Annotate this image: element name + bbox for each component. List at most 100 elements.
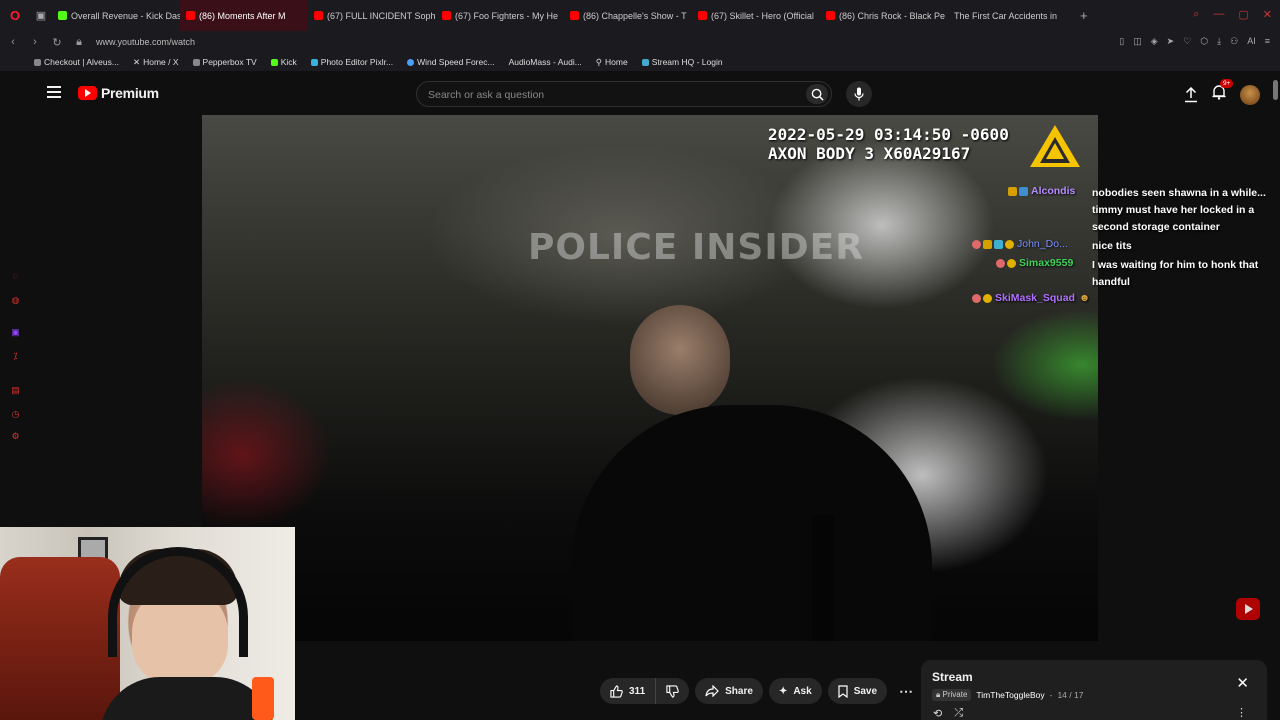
bookmark-item[interactable]: Checkout | Alveus...: [34, 57, 119, 67]
ask-button[interactable]: ✦ Ask: [768, 678, 822, 704]
video-actions: 311 Share ✦ Ask Save ⋯: [600, 678, 920, 704]
subscribe-watermark-icon[interactable]: [1236, 598, 1260, 620]
separator: -: [1049, 690, 1053, 700]
pixlr-favicon-icon: [310, 58, 318, 66]
close-window-icon[interactable]: ✕: [1263, 8, 1272, 21]
playlist-position: 14 / 17: [1057, 690, 1084, 700]
bookmark-item[interactable]: ⚲ Home: [596, 57, 628, 68]
share-button[interactable]: Share: [695, 678, 763, 704]
bookmark-item[interactable]: ✕ Home / X: [133, 57, 179, 68]
shield-icon[interactable]: ◈: [1151, 36, 1158, 47]
playlist-meta: 🔒︎ Private TimTheToggleBoy - 14 / 17: [932, 689, 1083, 701]
like-count: 311: [629, 685, 646, 697]
playlist-panel: Stream 🔒︎ Private TimTheToggleBoy - 14 /…: [921, 660, 1267, 720]
bookmark-item[interactable]: Stream HQ - Login: [641, 57, 723, 67]
bookmark-item[interactable]: Wind Speed Forec...: [407, 57, 495, 67]
chat-message: Simax9559: [996, 257, 1073, 270]
sparkle-icon: ✦: [778, 685, 788, 697]
bookmarks-sidebar-icon[interactable]: ▤: [10, 385, 21, 396]
menu-icon[interactable]: ≡: [1265, 36, 1270, 47]
dislike-button[interactable]: [656, 678, 690, 704]
bookmark-icon[interactable]: ▯: [1119, 36, 1124, 47]
snapshot-icon[interactable]: ◫: [1133, 36, 1142, 47]
settings-icon[interactable]: ⚙: [10, 431, 21, 442]
avatar[interactable]: [1240, 84, 1260, 105]
lock-icon: 🔒︎: [936, 690, 941, 699]
bookmark-item[interactable]: Kick: [270, 57, 297, 67]
ai-button[interactable]: AI: [1247, 36, 1256, 47]
chat-badges: [972, 238, 1014, 251]
chat-badges: [972, 292, 992, 305]
voice-search-button[interactable]: [846, 81, 872, 107]
heart-icon[interactable]: ♡: [1183, 36, 1191, 47]
twitch-icon[interactable]: ▣: [10, 327, 21, 338]
badge-icon: [972, 294, 981, 303]
video-frame-pillar: [812, 515, 834, 641]
download-icon[interactable]: ⤓: [1217, 36, 1221, 47]
reload-icon[interactable]: ↻: [48, 36, 66, 49]
header-actions: 9+: [1184, 79, 1260, 105]
chat-text: nobodies seen shawna in a while... timmy…: [1092, 187, 1266, 233]
bookmark-item[interactable]: AudioMass - Audi...: [509, 57, 582, 67]
browser-tab[interactable]: Overall Revenue - Kick Das: [52, 0, 180, 31]
maximize-icon[interactable]: ▢: [1238, 8, 1248, 21]
close-icon[interactable]: ✕: [1236, 674, 1249, 692]
youtube-premium-logo[interactable]: Premium: [78, 85, 159, 101]
save-button[interactable]: Save: [827, 678, 888, 704]
discord-icon[interactable]: ⁒: [10, 351, 21, 362]
like-button[interactable]: 311: [600, 678, 657, 704]
playlist-more-icon[interactable]: ⋮: [1236, 706, 1247, 719]
browser-tab-active[interactable]: (86) Moments After M: [180, 0, 308, 31]
extensions-icon[interactable]: ⬡: [1200, 36, 1208, 47]
video-frame-figure-head: [630, 305, 730, 415]
history-icon[interactable]: ◷: [10, 409, 21, 420]
badge-icon: [1008, 187, 1017, 196]
thumbs-down-icon: [666, 684, 679, 698]
back-icon[interactable]: ‹: [4, 36, 22, 48]
search-tabs-icon[interactable]: ⌕: [1193, 8, 1199, 21]
shuffle-icon[interactable]: ⤮: [954, 707, 963, 720]
minimize-icon[interactable]: —: [1213, 8, 1224, 21]
window-controls: ⌕ — ▢ ✕: [1193, 8, 1272, 21]
browser-tab[interactable]: (86) Chappelle's Show - T: [564, 0, 692, 31]
browser-tab[interactable]: (67) FULL INCIDENT Soph: [308, 0, 436, 31]
search-button[interactable]: [806, 84, 828, 104]
send-icon[interactable]: ➤: [1167, 36, 1175, 47]
youtube-favicon-icon: [442, 11, 451, 20]
profile-icon[interactable]: ⚇: [1230, 36, 1238, 47]
hamburger-menu-icon[interactable]: [47, 86, 61, 98]
bookmark-item[interactable]: Photo Editor Pixlr...: [310, 57, 393, 67]
address-bar: ‹ › ↻ 🔒︎ www.youtube.com/watch ▯ ◫ ◈ ➤ ♡…: [0, 31, 1280, 53]
notifications-button[interactable]: 9+: [1212, 79, 1234, 105]
chat-message: Alcondis: [1008, 185, 1075, 198]
upload-icon[interactable]: [1184, 86, 1198, 103]
url-field[interactable]: www.youtube.com/watch: [96, 37, 195, 47]
chat-username: Simax9559: [1019, 257, 1074, 269]
forward-icon[interactable]: ›: [26, 36, 44, 48]
browser-tab[interactable]: (67) Skillet - Hero (Official: [692, 0, 820, 31]
loop-icon[interactable]: ⟲: [933, 707, 942, 720]
address-bar-tools: ▯ ◫ ◈ ➤ ♡ ⬡ ⤓ ⚇ AI ≡: [1119, 36, 1270, 47]
youtube-header: Premium Search or ask a question 9+: [30, 71, 1280, 115]
more-options-button[interactable]: ⋯: [893, 678, 920, 704]
axon-logo-icon: [1030, 125, 1080, 167]
bookmark-item[interactable]: Pepperbox TV: [192, 57, 257, 67]
playlist-title[interactable]: Stream: [932, 670, 973, 684]
badge-icon: [996, 259, 1005, 268]
opera-logo-icon[interactable]: O: [0, 0, 30, 31]
search-placeholder: Search or ask a question: [428, 89, 545, 101]
playlist-owner[interactable]: TimTheToggleBoy: [976, 690, 1044, 700]
video-player[interactable]: POLICE INSIDER 2022-05-29 03:14:50 -0600…: [202, 115, 1098, 641]
search-input[interactable]: Search or ask a question: [416, 81, 832, 107]
whatsapp-icon[interactable]: ◍: [10, 295, 21, 306]
browser-tab[interactable]: (67) Foo Fighters - My He: [436, 0, 564, 31]
chat-badges: [1008, 185, 1028, 198]
messenger-icon[interactable]: ◌: [10, 271, 21, 282]
tab-overview-icon[interactable]: ▣: [30, 9, 52, 22]
webcam-overlay: [0, 527, 295, 720]
page-scrollbar[interactable]: [1273, 80, 1278, 100]
location-pin-icon: ⚲: [595, 56, 603, 67]
browser-tab[interactable]: The First Car Accidents in: [948, 0, 1076, 31]
browser-tab[interactable]: (86) Chris Rock - Black Pe: [820, 0, 948, 31]
new-tab-button[interactable]: +: [1080, 8, 1088, 23]
